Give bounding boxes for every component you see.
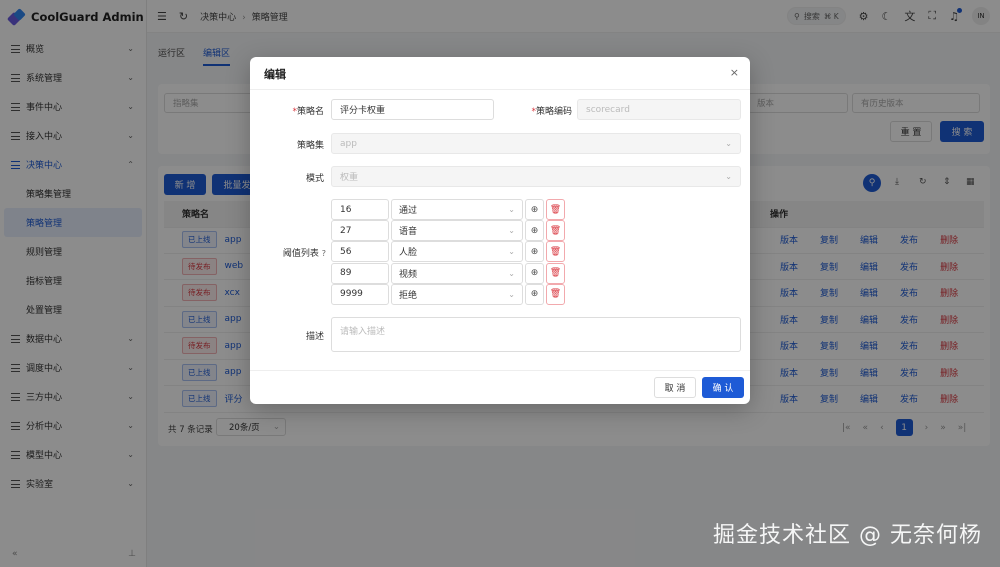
threshold-action-select[interactable]: 通过 ⌄ <box>391 199 523 220</box>
threshold-action-value: 语音 <box>399 227 418 238</box>
threshold-action-value: 拒绝 <box>399 290 418 301</box>
threshold-value-input[interactable]: 56 <box>331 241 389 263</box>
confirm-button[interactable]: 确 认 <box>702 377 744 398</box>
threshold-action-value: 视频 <box>399 269 418 280</box>
add-row-icon[interactable]: ⊕ <box>525 220 544 242</box>
delete-row-icon[interactable]: 🗑 <box>546 220 565 242</box>
threshold-action-select[interactable]: 人脸 ⌄ <box>391 241 523 263</box>
set-select: app ⌄ <box>331 133 741 154</box>
chevron-down-icon: ⌄ <box>508 205 515 214</box>
code-label: *策略编码 <box>531 107 572 117</box>
threshold-action-select[interactable]: 语音 ⌄ <box>391 220 523 242</box>
cancel-button[interactable]: 取 消 <box>654 377 696 398</box>
threshold-value-input[interactable]: 89 <box>331 262 389 284</box>
chevron-down-icon: ⌄ <box>508 268 515 278</box>
dialog-divider <box>250 89 750 90</box>
help-icon: ? <box>321 249 326 258</box>
name-input[interactable]: 评分卡权重 <box>331 99 494 120</box>
code-input: scorecard <box>577 99 741 120</box>
chevron-down-icon: ⌄ <box>508 289 515 299</box>
mode-select: 权重 ⌄ <box>331 166 741 187</box>
delete-row-icon[interactable]: 🗑 <box>546 199 565 220</box>
mode-label: 模式 <box>305 174 324 184</box>
add-row-icon[interactable]: ⊕ <box>525 199 544 220</box>
threshold-value-input[interactable]: 9999 <box>331 283 389 305</box>
threshold-value-input[interactable]: 27 <box>331 220 389 242</box>
name-label: *策略名 <box>292 107 324 117</box>
threshold-row: 9999 拒绝 ⌄ ⊕ 🗑 <box>331 283 565 305</box>
threshold-value-input[interactable]: 16 <box>331 199 389 220</box>
threshold-action-value: 通过 <box>399 206 418 216</box>
delete-row-icon[interactable]: 🗑 <box>546 241 565 263</box>
close-icon[interactable]: × <box>730 66 739 79</box>
threshold-action-select[interactable]: 拒绝 ⌄ <box>391 283 523 305</box>
threshold-action-select[interactable]: 视频 ⌄ <box>391 262 523 284</box>
description-textarea[interactable]: 请输入描述 <box>331 317 741 352</box>
threshold-row: 56 人脸 ⌄ ⊕ 🗑 <box>331 241 565 263</box>
delete-row-icon[interactable]: 🗑 <box>546 262 565 284</box>
threshold-row: 89 视频 ⌄ ⊕ 🗑 <box>331 262 565 284</box>
desc-label: 描述 <box>305 332 324 342</box>
chevron-down-icon: ⌄ <box>508 226 515 236</box>
add-row-icon[interactable]: ⊕ <box>525 262 544 284</box>
threshold-action-value: 人脸 <box>399 248 418 259</box>
dialog-title: 编辑 <box>264 68 286 81</box>
add-row-icon[interactable]: ⊕ <box>525 283 544 305</box>
delete-row-icon[interactable]: 🗑 <box>546 283 565 305</box>
add-row-icon[interactable]: ⊕ <box>525 241 544 263</box>
watermark: 掘金技术社区 @ 无奈何杨 <box>713 523 982 548</box>
footer-divider <box>250 370 750 371</box>
set-label: 策略集 <box>296 141 324 151</box>
threshold-label: 阈值列表 ? <box>282 249 326 259</box>
chevron-down-icon: ⌄ <box>508 247 515 257</box>
threshold-row: 16 通过 ⌄ ⊕ 🗑 <box>331 199 565 220</box>
threshold-row: 27 语音 ⌄ ⊕ 🗑 <box>331 220 565 242</box>
edit-dialog: 编辑 × *策略名 评分卡权重 *策略编码 scorecard 策略集 app ⌄… <box>250 57 750 404</box>
